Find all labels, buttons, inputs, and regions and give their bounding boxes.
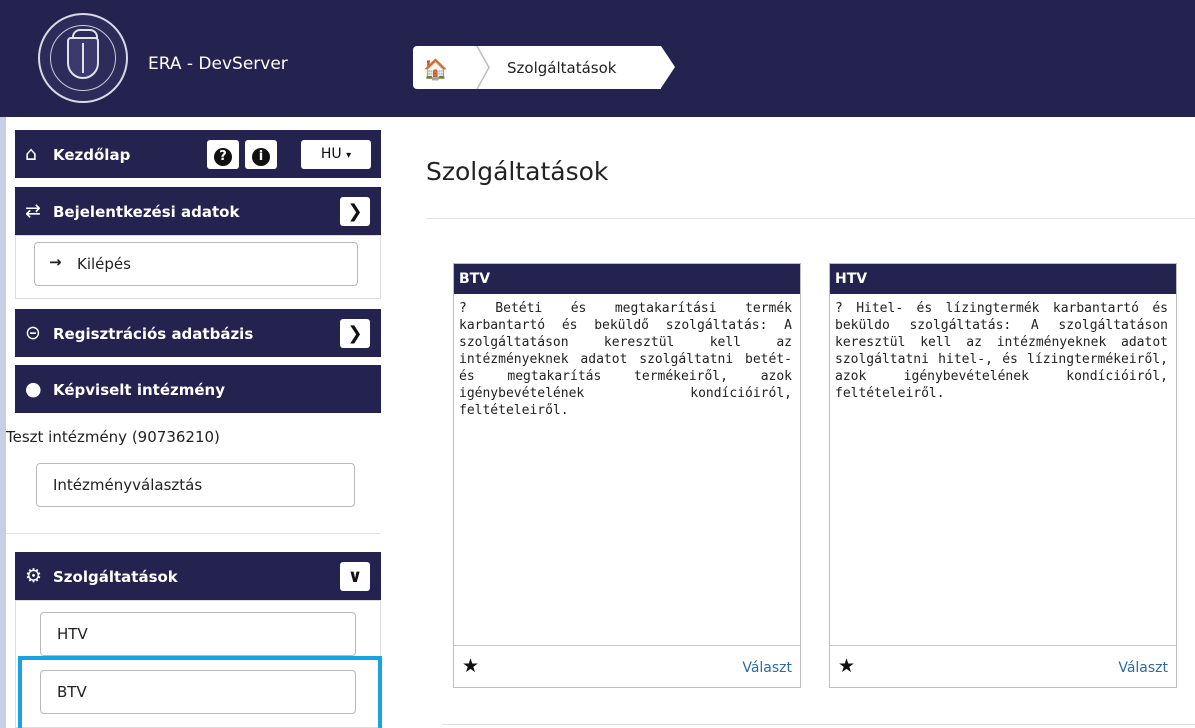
exchange-icon: ⇄	[25, 200, 41, 222]
top-bar: ERA - DevServer 🏠 Szolgáltatások	[0, 0, 1195, 117]
chevron-right-icon: ❯	[347, 323, 363, 344]
sidebar-item-services-label: Szolgáltatások	[53, 568, 178, 586]
info-icon: i	[252, 148, 270, 166]
logout-button[interactable]: → Kilépés	[34, 242, 358, 286]
sidebar-item-home-label: Kezdőlap	[53, 146, 131, 164]
app-root: ERA - DevServer 🏠 Szolgáltatások ⌂ Kezdő…	[0, 0, 1195, 728]
sidebar-item-services[interactable]: ⚙ Szolgáltatások ∨	[15, 552, 381, 600]
card-description: ? Hitel- és lízingtermék karbantartó és …	[835, 301, 1168, 401]
page-title: Szolgáltatások	[426, 157, 609, 186]
sign-out-icon: →	[49, 253, 62, 271]
language-select[interactable]: HU ▾	[301, 140, 371, 169]
logout-label: Kilépés	[77, 255, 131, 273]
service-item-htv-label: HTV	[57, 625, 88, 643]
logo[interactable]	[38, 13, 128, 103]
language-value: HU	[320, 146, 342, 162]
sidebar: ⌂ Kezdőlap ? i HU ▾ ⇄ Bejelentkezési ada…	[6, 117, 381, 728]
home-icon: ⌂	[25, 143, 38, 165]
card-description: ? Betéti és megtakarítási termék karbant…	[459, 301, 792, 418]
caret-down-icon: ▾	[346, 150, 352, 161]
card-header-label: HTV	[835, 271, 868, 287]
help-button[interactable]: ?	[207, 140, 239, 169]
sidebar-item-represented[interactable]: ● Képviselt intézmény	[15, 365, 381, 413]
minus-circle-icon: ⊝	[25, 322, 41, 344]
breadcrumb-current-label: Szolgáltatások	[507, 59, 617, 77]
service-card-btv: BTV ? Betéti és megtakarítási termék kar…	[453, 263, 801, 688]
title-divider	[426, 218, 1195, 219]
sidebar-item-home[interactable]: ⌂ Kezdőlap ? i HU ▾	[15, 130, 381, 178]
card-header: HTV	[830, 264, 1176, 294]
service-card-htv: HTV ? Hitel- és lízingtermék karbantartó…	[829, 263, 1177, 688]
home-icon: 🏠	[423, 57, 448, 81]
breadcrumb: 🏠 Szolgáltatások	[413, 46, 675, 89]
service-item-htv[interactable]: HTV	[40, 612, 356, 656]
sidebar-divider	[6, 533, 380, 534]
institution-select-label: Intézményválasztás	[53, 476, 203, 494]
card-header-label: BTV	[459, 271, 491, 287]
card-footer: ★ Választ	[454, 645, 800, 687]
star-icon[interactable]: ★	[462, 655, 479, 677]
breadcrumb-current[interactable]: Szolgáltatások	[477, 46, 661, 89]
sidebar-item-represented-label: Képviselt intézmény	[53, 381, 225, 399]
logout-box: → Kilépés	[15, 235, 381, 299]
services-collapse-button[interactable]: ∨	[340, 562, 370, 591]
institution-select-button[interactable]: Intézményválasztás	[36, 463, 355, 507]
gear-icon: ⚙	[25, 565, 43, 587]
app-title: ERA - DevServer	[148, 54, 288, 74]
choose-link[interactable]: Választ	[1118, 660, 1168, 676]
registry-expand-button[interactable]: ❯	[340, 319, 370, 348]
choose-link[interactable]: Választ	[742, 660, 792, 676]
login-data-expand-button[interactable]: ❯	[340, 197, 370, 226]
info-button[interactable]: i	[245, 140, 277, 169]
institution-name: Teszt intézmény (90736210)	[6, 428, 220, 446]
question-icon: ?	[214, 148, 232, 166]
sidebar-item-login-data-label: Bejelentkezési adatok	[53, 203, 240, 221]
star-icon[interactable]: ★	[838, 655, 855, 677]
sidebar-item-registry[interactable]: ⊝ Regisztrációs adatbázis ❯	[15, 309, 381, 357]
chevron-down-icon: ∨	[347, 566, 363, 587]
selection-highlight	[18, 656, 382, 728]
chevron-right-icon: ❯	[347, 201, 363, 222]
breadcrumb-arrow	[661, 46, 675, 88]
sidebar-item-registry-label: Regisztrációs adatbázis	[53, 325, 254, 343]
bottom-divider	[442, 724, 1195, 725]
card-header: BTV	[454, 264, 800, 294]
card-footer: ★ Választ	[830, 645, 1176, 687]
user-icon: ●	[25, 378, 42, 400]
breadcrumb-separator	[476, 46, 490, 89]
sidebar-item-login-data[interactable]: ⇄ Bejelentkezési adatok ❯	[15, 187, 381, 235]
crest-icon	[67, 29, 99, 79]
